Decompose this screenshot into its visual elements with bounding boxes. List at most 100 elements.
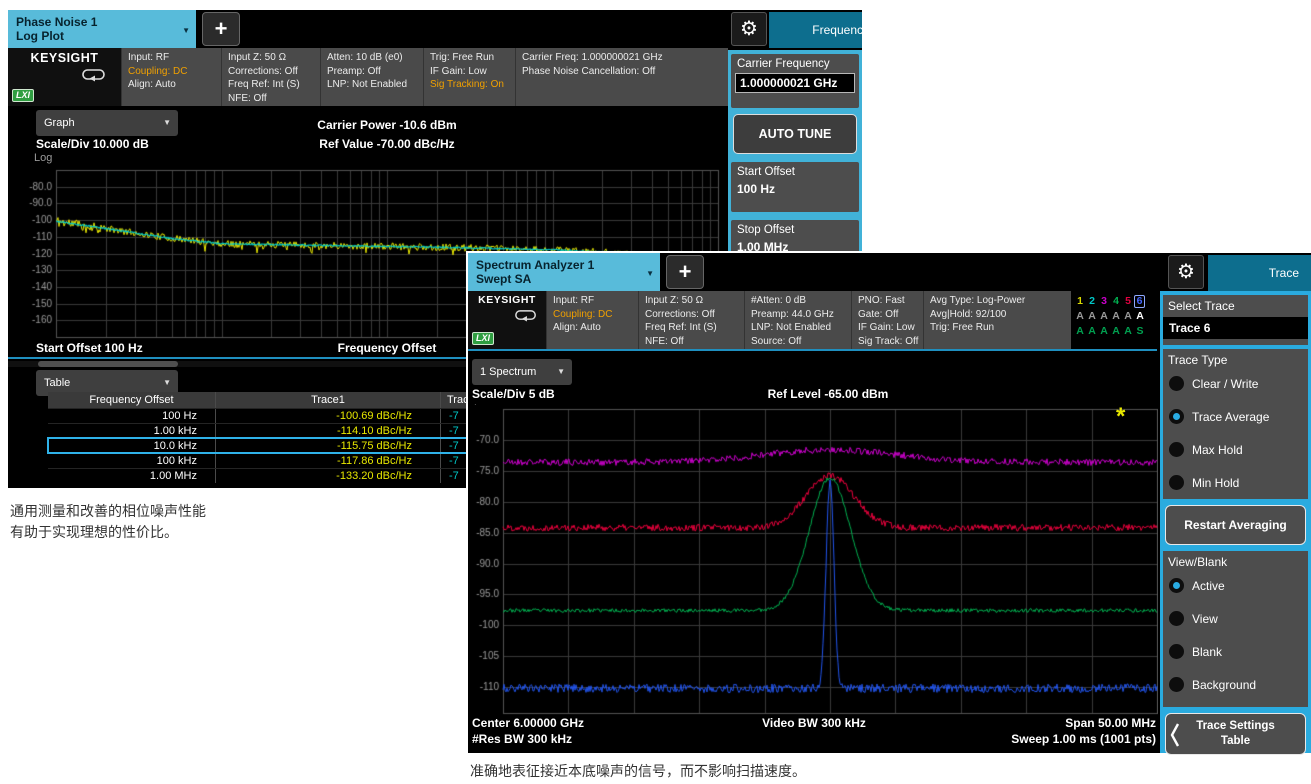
trace-indicator[interactable]: A <box>1134 310 1146 323</box>
title-bar: Spectrum Analyzer 1 Swept SA ▼ + ⚙ Trace <box>468 253 1311 291</box>
caption-spectrum: 准确地表征接近本底噪声的信号，而不影响扫描速度。 <box>470 762 990 783</box>
radio-label: Clear / Write <box>1192 377 1258 391</box>
trace-indicator[interactable]: A <box>1086 325 1098 338</box>
gear-icon: ⚙ <box>1177 261 1195 283</box>
field-label: Stop Offset <box>731 220 859 236</box>
panel-field[interactable]: Start Offset100 Hz <box>731 162 859 212</box>
restart-averaging-button[interactable]: Restart Averaging <box>1165 505 1306 545</box>
scrollbar-thumb[interactable] <box>38 361 178 367</box>
trace-indicator[interactable]: A <box>1110 325 1122 338</box>
settings-column: Input: RFCoupling: DCAlign: Auto <box>121 48 221 106</box>
trace-indicator[interactable]: A <box>1098 325 1110 338</box>
field-value[interactable]: 1.000000021 GHz <box>735 73 855 93</box>
view-blank-block: View/Blank ActiveViewBlankBackground <box>1163 551 1308 707</box>
keysight-logo: KEYSIGHT <box>8 48 121 65</box>
tab-phase-noise[interactable]: Phase Noise 1 Log Plot ▼ <box>8 10 196 48</box>
settings-gear-button[interactable]: ⚙ <box>731 12 767 46</box>
settings-readout: Carrier Freq: 1.000000021 GHz <box>522 51 725 65</box>
settings-column: PNO: FastGate: OffIF Gain: LowSig Track:… <box>851 291 923 349</box>
start-offset-annotation: Start Offset 100 Hz <box>36 341 143 355</box>
radio-label: Background <box>1192 678 1256 692</box>
settings-columns: Input: RFCoupling: DCAlign: Auto Input Z:… <box>121 48 725 106</box>
settings-readout: LNP: Not Enabled <box>327 78 423 92</box>
radio-label: View <box>1192 612 1218 626</box>
radio-label: Blank <box>1192 645 1222 659</box>
trace-indicator[interactable]: A <box>1122 325 1134 338</box>
keysight-block: KEYSIGHT LXI <box>8 48 121 106</box>
radio-option[interactable]: Active <box>1163 569 1308 602</box>
ref-level-label: Ref Level -65.00 dBm <box>628 387 1028 401</box>
graph-view-dropdown[interactable]: Graph▼ <box>36 110 178 136</box>
radio-label: Max Hold <box>1192 443 1243 457</box>
radio-option[interactable]: Blank <box>1163 635 1308 668</box>
settings-readout: LNP: Not Enabled <box>751 321 851 335</box>
radio-label: Min Hold <box>1192 476 1239 490</box>
settings-gear-button[interactable]: ⚙ <box>1168 255 1204 289</box>
trace-indicator[interactable]: A <box>1110 310 1122 323</box>
settings-readout: Coupling: DC <box>128 65 221 79</box>
settings-readout: PNO: Fast <box>858 294 923 308</box>
radio-option[interactable]: Min Hold <box>1163 466 1308 499</box>
table-cell: 10.0 kHz <box>48 439 216 453</box>
settings-column: Carrier Freq: 1.000000021 GHzPhase Noise… <box>515 48 725 106</box>
trace-indicator[interactable]: 5 <box>1122 295 1134 308</box>
trace-indicator[interactable]: 4 <box>1110 295 1122 308</box>
table-header-cell: Trace1 <box>216 392 441 408</box>
sweep-annotation: Sweep 1.00 ms (1001 pts) <box>1011 732 1156 746</box>
trace-indicator[interactable]: A <box>1086 310 1098 323</box>
add-tab-button[interactable]: + <box>666 255 704 289</box>
settings-readout: Corrections: Off <box>645 308 744 322</box>
keysight-block: KEYSIGHT LXI <box>468 291 546 349</box>
trace-indicator[interactable]: A <box>1122 310 1134 323</box>
trace-indicator[interactable]: 2 <box>1086 295 1098 308</box>
settings-readout: Coupling: DC <box>553 308 638 322</box>
trace-settings-table-button[interactable]: Trace Settings Table <box>1165 713 1306 755</box>
continuous-sweep-icon <box>514 309 538 327</box>
table-cell: 1.00 kHz <box>48 424 216 438</box>
trace-indicator[interactable]: A <box>1074 310 1086 323</box>
trace-indicator[interactable]: S <box>1134 325 1146 338</box>
trace-indicator[interactable]: 1 <box>1074 295 1086 308</box>
trace-indicator[interactable]: 3 <box>1098 295 1110 308</box>
table-cell: 1.00 MHz <box>48 469 216 483</box>
caption-phase-noise: 通用测量和改善的相位噪声性能 有助于实现理想的性价比。 <box>10 502 350 544</box>
trace-indicator[interactable]: A <box>1074 325 1086 338</box>
tab-title: Spectrum Analyzer 1 <box>476 258 652 272</box>
radio-icon <box>1169 376 1184 391</box>
settings-readout: Source: Off <box>751 335 851 349</box>
add-tab-button[interactable]: + <box>202 12 240 46</box>
spectrum-view-dropdown[interactable]: 1 Spectrum▼ <box>472 359 572 385</box>
chevron-down-icon: ▼ <box>182 24 190 38</box>
scale-div-label: Scale/Div 5 dB <box>472 387 555 401</box>
settings-readout: Freq Ref: Int (S) <box>645 321 744 335</box>
radio-option[interactable]: Background <box>1163 668 1308 701</box>
trace-indicator[interactable]: 6 <box>1134 295 1145 308</box>
field-label: Start Offset <box>731 162 859 178</box>
settings-column: Atten: 10 dB (e0)Preamp: OffLNP: Not Ena… <box>320 48 423 106</box>
tab-spectrum-analyzer[interactable]: Spectrum Analyzer 1 Swept SA ▼ <box>468 253 660 291</box>
panel-field[interactable]: Carrier Frequency1.000000021 GHz <box>731 54 859 108</box>
settings-column: Trig: Free RunIF Gain: LowSig Tracking: … <box>423 48 515 106</box>
trace-type-block: Trace Type Clear / Write Trace Average Max… <box>1163 349 1308 499</box>
radio-option[interactable]: Max Hold <box>1163 433 1308 466</box>
continuous-sweep-icon <box>81 68 107 87</box>
carrier-power-readout: Carrier Power -10.6 dBm <box>187 118 587 132</box>
table-cell: 100 Hz <box>48 409 216 423</box>
select-trace-value[interactable]: Trace 6 <box>1163 317 1308 339</box>
radio-option[interactable]: View <box>1163 602 1308 635</box>
table-cell: -100.69 dBc/Hz <box>216 409 441 423</box>
radio-option[interactable]: Clear / Write <box>1163 367 1308 400</box>
settings-readout: Corrections: Off <box>228 65 320 79</box>
trace-type-label: Trace Type <box>1163 349 1308 367</box>
radio-option[interactable]: Trace Average <box>1163 400 1308 433</box>
trace-status-legend: 123456AAAAAAAAAAAS <box>1071 291 1157 349</box>
auto-tune-button[interactable]: AUTO TUNE <box>733 114 857 154</box>
settings-readout: Input Z: 50 Ω <box>228 51 320 65</box>
lxi-badge: LXI <box>12 89 34 102</box>
radio-icon <box>1169 475 1184 490</box>
chevron-down-icon: ▼ <box>163 110 171 136</box>
settings-readout: Phase Noise Cancellation: Off <box>522 65 725 79</box>
menu-title-bar: Trace <box>1208 255 1311 291</box>
center-frequency-annotation: Center 6.00000 GHz <box>472 716 584 730</box>
trace-indicator[interactable]: A <box>1098 310 1110 323</box>
